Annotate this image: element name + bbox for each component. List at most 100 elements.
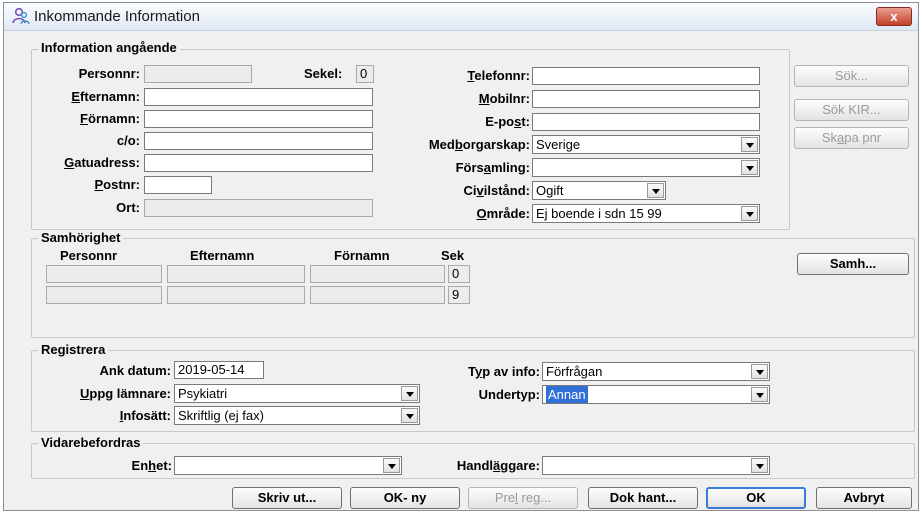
close-button[interactable]: x xyxy=(876,7,912,26)
group-vidarebefordras-title: Vidarebefordras xyxy=(38,436,144,450)
omrade-dropdown[interactable]: Ej boende i sdn 15 99 xyxy=(532,204,760,223)
gatuadress-field[interactable] xyxy=(144,154,373,172)
efternamn-label-mnemonic: E xyxy=(71,89,81,104)
ok-button[interactable]: OK xyxy=(706,487,806,509)
forsamling-dropdown[interactable] xyxy=(532,158,760,177)
dok-hant-button[interactable]: Dok hant... xyxy=(588,487,698,509)
samh-row2-fornamn[interactable] xyxy=(310,286,445,304)
skriv-ut-button[interactable]: Skriv ut... xyxy=(232,487,342,509)
handlaggare-dropdown[interactable] xyxy=(542,456,770,475)
forsamling-label-start: Förs xyxy=(455,160,484,175)
dialog-window: Inkommande Information x Information ang… xyxy=(3,2,919,511)
mobilnr-field[interactable] xyxy=(532,90,760,108)
efternamn-field[interactable] xyxy=(144,88,373,106)
chevron-down-icon[interactable] xyxy=(751,364,768,379)
ank-datum-field[interactable]: 2019-05-14 xyxy=(174,361,264,379)
infosatt-label: Infosätt: xyxy=(34,408,171,424)
samh-button[interactable]: Samh... xyxy=(797,253,909,275)
skapa-pnr-label-rest: pa pnr xyxy=(844,130,882,145)
title-bar: Inkommande Information x xyxy=(4,3,918,31)
medborgarskap-label: Medborgarskap: xyxy=(384,137,530,153)
enhet-label-mnemonic: h xyxy=(148,458,157,473)
skapa-pnr-label-start: Sk xyxy=(821,130,838,145)
gatuadress-label: Gatuadress: xyxy=(34,155,140,171)
infosatt-dropdown[interactable]: Skriftlig (ej fax) xyxy=(174,406,420,425)
ank-datum-label: Ank datum: xyxy=(99,363,172,378)
group-information-title: Information angående xyxy=(38,41,180,55)
postnr-label-mnemonic: P xyxy=(94,177,104,192)
col-header-fornamn: Förnamn xyxy=(334,248,390,263)
group-samhorighet-title: Samhörighet xyxy=(38,231,124,245)
uppg-value: Psykiatri xyxy=(178,386,228,401)
sekel-label: Sekel: xyxy=(304,66,343,81)
fornamn-label: Förnamn: xyxy=(34,111,140,127)
fornamn-field[interactable] xyxy=(144,110,373,128)
omrade-label: Område: xyxy=(384,206,530,222)
co-field[interactable] xyxy=(144,132,373,150)
prel-reg-button[interactable]: Prel reg... xyxy=(468,487,578,509)
gatuadress-label-mnemonic: G xyxy=(64,155,75,170)
uppg-lamnare-dropdown[interactable]: Psykiatri xyxy=(174,384,420,403)
sok-kir-button[interactable]: Sök KIR... xyxy=(794,99,909,121)
handlaggare-label-rest: ggare: xyxy=(500,458,540,473)
medborgarskap-value: Sverige xyxy=(536,137,581,152)
medborgarskap-label-mnemonic: b xyxy=(454,137,463,152)
typ-av-info-dropdown[interactable]: Förfrågan xyxy=(542,362,770,381)
chevron-down-icon[interactable] xyxy=(741,206,758,221)
personnr-field[interactable] xyxy=(144,65,252,83)
epost-label-start: E-po xyxy=(485,114,515,129)
undertyp-value: Annan xyxy=(546,386,588,403)
enhet-dropdown[interactable] xyxy=(174,456,402,475)
samh-row1-sek[interactable]: 0 xyxy=(448,265,470,283)
samh-row2-personnr[interactable] xyxy=(46,286,162,304)
samh-row1-efternamn[interactable] xyxy=(167,265,305,283)
chevron-down-icon[interactable] xyxy=(741,160,758,175)
chevron-down-icon[interactable] xyxy=(401,408,418,423)
uppg-label-mnemonic: U xyxy=(79,386,90,401)
civilstand-dropdown[interactable]: Ogift xyxy=(532,181,666,200)
personnr-label: Personnr: xyxy=(78,66,140,81)
fornamn-label-mnemonic: F xyxy=(80,111,88,126)
chevron-down-icon[interactable] xyxy=(383,458,400,473)
samh-row2-efternamn[interactable] xyxy=(167,286,305,304)
ok-ny-button[interactable]: OK- ny xyxy=(350,487,460,509)
people-icon xyxy=(12,7,30,25)
postnr-field[interactable] xyxy=(144,176,212,194)
enhet-label: Enhet: xyxy=(64,458,172,474)
civilstand-value: Ogift xyxy=(536,183,564,198)
enhet-label-start: En xyxy=(131,458,149,473)
skapa-pnr-button[interactable]: Skapa pnr xyxy=(794,127,909,149)
avbryt-button[interactable]: Avbryt xyxy=(816,487,912,509)
medborgarskap-dropdown[interactable]: Sverige xyxy=(532,135,760,154)
medborgarskap-label-start: Med xyxy=(428,137,455,152)
chevron-down-icon[interactable] xyxy=(751,387,768,402)
prel-reg-label-start: Pre xyxy=(494,490,516,505)
chevron-down-icon[interactable] xyxy=(647,183,664,198)
chevron-down-icon[interactable] xyxy=(751,458,768,473)
forsamling-label: Församling: xyxy=(384,160,530,176)
samh-row1-fornamn[interactable] xyxy=(310,265,445,283)
omrade-label-mnemonic: O xyxy=(476,206,487,221)
typ-value: Förfrågan xyxy=(546,364,603,379)
undertyp-dropdown[interactable]: Annan xyxy=(542,385,770,404)
mobilnr-label-rest: obilnr: xyxy=(489,91,530,106)
telefonnr-label-rest: elefonnr: xyxy=(474,68,530,83)
civilstand-label: Civilstånd: xyxy=(384,183,530,199)
ort-field[interactable] xyxy=(144,199,373,217)
telefonnr-label: Telefonnr: xyxy=(384,68,530,84)
forsamling-label-rest: mling: xyxy=(491,160,530,175)
sok-button[interactable]: Sök... xyxy=(794,65,909,87)
enhet-label-rest: et: xyxy=(156,458,172,473)
typ-label-rest: p av info: xyxy=(482,364,540,379)
telefonnr-field[interactable] xyxy=(532,67,760,85)
samh-row2-sek[interactable]: 9 xyxy=(448,286,470,304)
undertyp-label: Undertyp: xyxy=(478,387,540,402)
medborgarskap-label-rest: orgarskap: xyxy=(462,137,530,152)
sekel-field[interactable]: 0 xyxy=(356,65,374,83)
uppg-label-rest: ppg lämnare: xyxy=(89,386,171,401)
mobilnr-label: Mobilnr: xyxy=(384,91,530,107)
chevron-down-icon[interactable] xyxy=(741,137,758,152)
epost-field[interactable] xyxy=(532,113,760,131)
infosatt-label-rest: nfosätt: xyxy=(123,408,171,423)
samh-row1-personnr[interactable] xyxy=(46,265,162,283)
